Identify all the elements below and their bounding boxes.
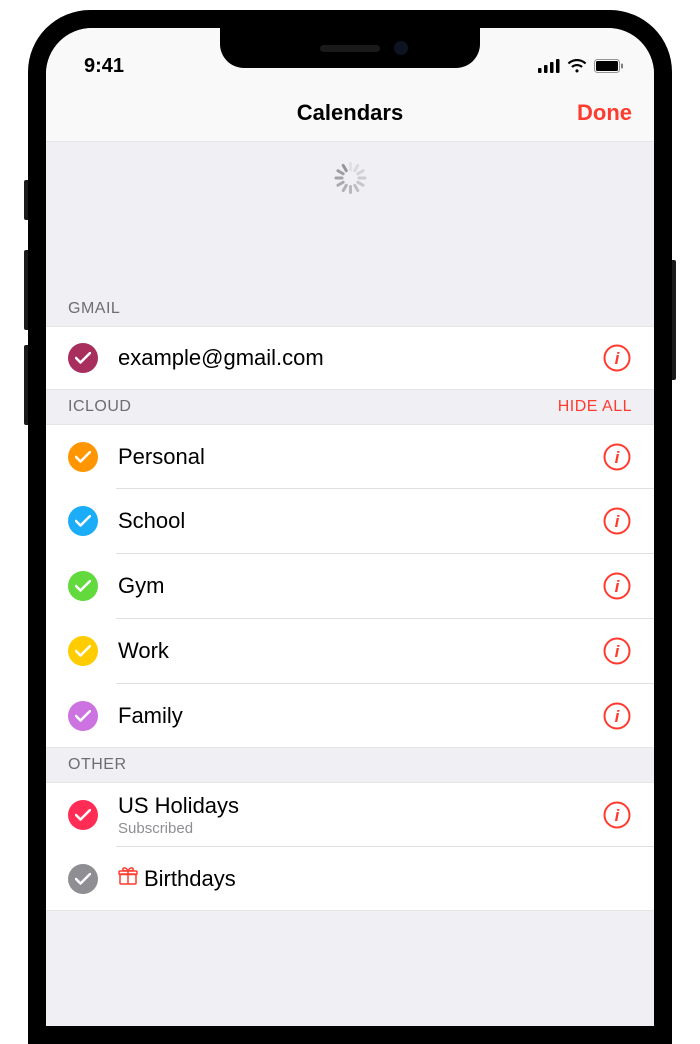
calendar-row[interactable]: Schooli (46, 489, 654, 553)
status-icons (538, 59, 624, 78)
calendar-row[interactable]: Personal i (46, 424, 654, 488)
checkmark-icon[interactable] (68, 506, 98, 536)
pull-to-refresh (46, 142, 654, 292)
checkmark-icon[interactable] (68, 800, 98, 830)
section-header-gmail: GMAIL (46, 292, 654, 326)
calendar-label: US Holidays (118, 793, 602, 819)
calendar-label: Family (118, 703, 602, 729)
info-button[interactable]: i (602, 571, 632, 601)
section-header-label: ICLOUD (68, 398, 131, 416)
checkmark-icon[interactable] (68, 442, 98, 472)
page-title: Calendars (297, 100, 403, 126)
svg-text:i: i (615, 577, 621, 596)
calendar-row[interactable]: US HolidaysSubscribed i (46, 782, 654, 846)
calendar-row[interactable]: Birthdays (46, 847, 654, 911)
checkmark-icon[interactable] (68, 343, 98, 373)
row-text: example@gmail.com (118, 337, 602, 379)
svg-text:i: i (615, 806, 621, 825)
row-text: School (118, 500, 602, 542)
section-icloud: PersonaliSchooliGymiWorkiFamilyi (46, 424, 654, 748)
info-button[interactable]: i (602, 343, 632, 373)
row-text: Gym (118, 565, 602, 607)
front-camera (394, 41, 408, 55)
row-text: Birthdays (118, 858, 632, 900)
calendar-sections: GMAIL example@gmail.com i ICLOUD HIDE ALL Per… (46, 292, 654, 911)
nav-bar: Calendars Done (46, 84, 654, 142)
info-button[interactable]: i (602, 442, 632, 472)
calendar-row[interactable]: Familyi (46, 684, 654, 748)
screen: 9:41 Calendars Done GMAILexample@gmail (46, 28, 654, 1026)
calendar-label: Work (118, 638, 602, 664)
checkmark-icon[interactable] (68, 864, 98, 894)
row-text: Work (118, 630, 602, 672)
checkmark-icon[interactable] (68, 571, 98, 601)
section-header-label: OTHER (68, 756, 127, 774)
svg-text:i: i (615, 349, 621, 368)
notch (220, 28, 480, 68)
info-button[interactable]: i (602, 636, 632, 666)
svg-text:i: i (615, 512, 621, 531)
svg-text:i: i (615, 642, 621, 661)
calendar-label: Birthdays (118, 866, 632, 892)
speaker-grille (320, 45, 380, 52)
gift-icon (118, 869, 138, 891)
calendar-label: School (118, 508, 602, 534)
checkmark-icon[interactable] (68, 701, 98, 731)
info-button[interactable]: i (602, 701, 632, 731)
info-button[interactable]: i (602, 800, 632, 830)
section-header-icloud: ICLOUD HIDE ALL (46, 390, 654, 424)
calendar-label: example@gmail.com (118, 345, 602, 371)
checkmark-icon[interactable] (68, 636, 98, 666)
row-text: Family (118, 695, 602, 737)
calendar-row[interactable]: Worki (46, 619, 654, 683)
calendar-row[interactable]: Gymi (46, 554, 654, 618)
info-button[interactable]: i (602, 506, 632, 536)
calendar-label: Gym (118, 573, 602, 599)
row-text: Personal (118, 436, 602, 478)
status-time: 9:41 (84, 55, 124, 78)
done-button[interactable]: Done (577, 100, 632, 126)
section-gmail: example@gmail.com i (46, 326, 654, 390)
hide-all-button[interactable]: HIDE ALL (558, 398, 632, 416)
cellular-icon (538, 59, 560, 78)
wifi-icon (567, 59, 587, 78)
section-header-label: GMAIL (68, 300, 120, 318)
svg-text:i: i (615, 707, 621, 726)
section-header-other: OTHER (46, 748, 654, 782)
calendar-row[interactable]: example@gmail.com i (46, 326, 654, 390)
section-other: US HolidaysSubscribed i Birthdays (46, 782, 654, 911)
svg-text:i: i (615, 448, 621, 467)
battery-icon (594, 59, 624, 78)
phone-frame: 9:41 Calendars Done GMAILexample@gmail (28, 10, 672, 1044)
spinner-icon (334, 162, 366, 194)
row-text: US HolidaysSubscribed (118, 785, 602, 845)
calendar-label: Personal (118, 444, 602, 470)
calendar-sublabel: Subscribed (118, 820, 602, 837)
